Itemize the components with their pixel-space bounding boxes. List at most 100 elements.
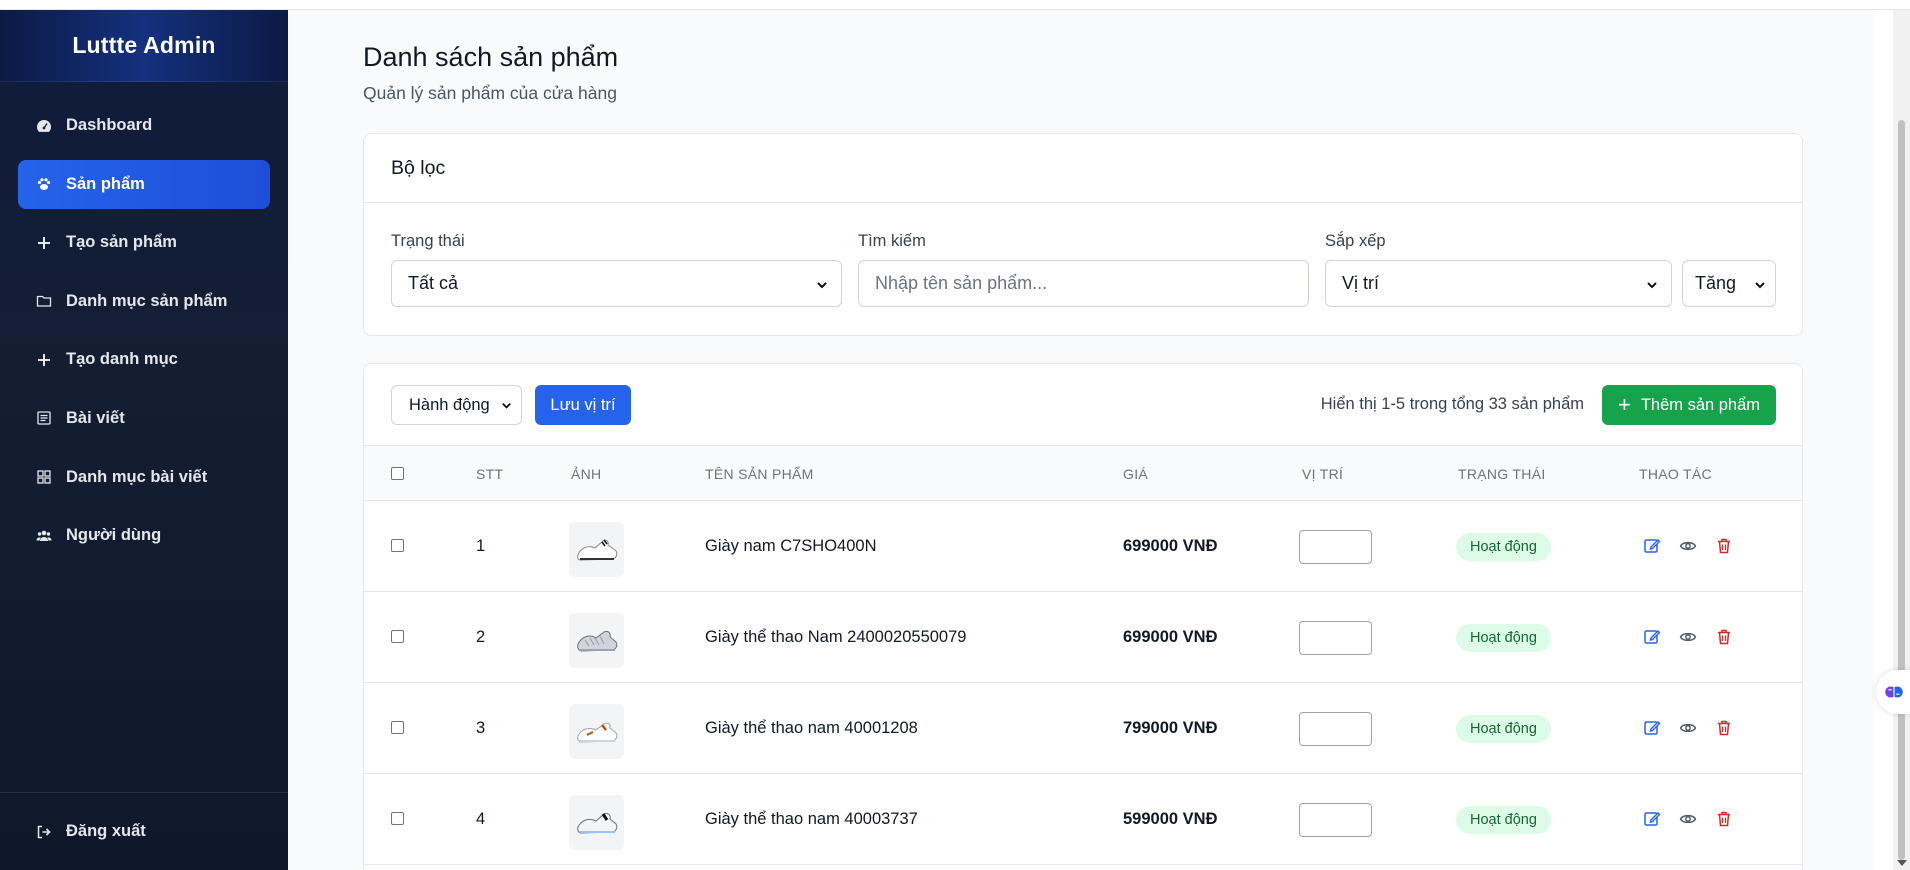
page-scrollbar-thumb[interactable] — [1898, 120, 1905, 860]
row-position-input[interactable] — [1299, 530, 1372, 564]
page-title: Danh sách sản phẩm — [363, 42, 619, 72]
select-all-checkbox[interactable] — [391, 467, 404, 480]
floating-extension-button[interactable] — [1876, 670, 1910, 714]
delete-icon[interactable] — [1715, 628, 1733, 646]
sidebar-item-label: Sản phẩm — [66, 174, 145, 193]
row-checkbox[interactable] — [391, 812, 404, 825]
header-stt: STT — [476, 466, 504, 482]
row-product-name[interactable]: Giày nam C7SHO400N — [705, 537, 877, 556]
sidebar-item-products[interactable]: Sản phẩm — [18, 159, 270, 209]
sidebar-item-articles[interactable]: Bài viết — [18, 394, 270, 443]
row-product-name[interactable]: Giày thể thao Nam 2400020550079 — [705, 628, 966, 647]
view-icon[interactable] — [1679, 628, 1697, 646]
header-price: GIÁ — [1123, 466, 1149, 482]
row-price: 599000 VNĐ — [1123, 810, 1218, 828]
add-product-button[interactable]: + Thêm sản phẩm — [1602, 385, 1776, 425]
filter-card: Bộ lọc Trạng thái Tất cả Tìm kiếm Nhập t… — [363, 133, 1803, 336]
brand-title: Luttte Admin — [72, 32, 216, 58]
sidebar-item-label: Tạo sản phẩm — [66, 233, 177, 252]
edit-icon[interactable] — [1643, 810, 1661, 828]
sidebar-item-create-category[interactable]: Tạo danh mục — [18, 335, 270, 384]
paw-icon — [36, 176, 52, 192]
chevron-down-icon — [500, 398, 513, 411]
bulk-action-select[interactable]: Hành động — [391, 385, 522, 425]
row-position-input[interactable] — [1299, 712, 1372, 746]
sidebar-footer: Đăng xuất — [0, 792, 288, 870]
row-checkbox[interactable] — [391, 539, 404, 552]
sort-order-select[interactable]: Tăng — [1682, 260, 1776, 307]
header-actions: THAO TÁC — [1639, 466, 1712, 482]
products-table-card: Hành động Lưu vị trí Hiển thị 1-5 trong … — [363, 363, 1803, 870]
delete-icon[interactable] — [1715, 810, 1733, 828]
status-badge: Hoạt động — [1456, 624, 1551, 652]
plus-icon: + — [1617, 392, 1631, 417]
status-badge: Hoạt động — [1456, 715, 1551, 743]
table-header: STT ẢNH TÊN SẢN PHẨM GIÁ VỊ TRÍ TRẠNG TH… — [364, 446, 1802, 501]
row-price: 699000 VNĐ — [1123, 628, 1218, 646]
plus-icon — [36, 352, 52, 368]
status-filter-label: Trạng thái — [391, 232, 465, 250]
sort-field-value: Vị trí — [1342, 273, 1380, 293]
sidebar-item-label: Danh mục sản phẩm — [66, 291, 228, 310]
row-stt: 3 — [476, 719, 486, 737]
edit-icon[interactable] — [1643, 628, 1661, 646]
sidebar: Luttte Admin Dashboard Sản phẩm Tạo sản … — [0, 10, 288, 870]
sidebar-item-label: Tạo danh mục — [66, 350, 178, 369]
shoe-image — [576, 539, 617, 561]
table-row: 1 Giày nam C7SHO400N 699000 VNĐ Hoạt độn… — [364, 501, 1802, 592]
row-product-name[interactable]: Giày thể thao nam 40003737 — [705, 810, 918, 829]
row-stt: 1 — [476, 537, 486, 555]
row-stt: 4 — [476, 810, 486, 828]
logout-label: Đăng xuất — [66, 822, 146, 840]
delete-icon[interactable] — [1715, 719, 1733, 737]
newspaper-icon — [36, 410, 52, 426]
sidebar-item-article-categories[interactable]: Danh mục bài viết — [18, 453, 270, 502]
row-price: 799000 VNĐ — [1123, 719, 1218, 737]
row-stt: 2 — [476, 628, 486, 646]
sidebar-nav: Dashboard Sản phẩm Tạo sản phẩm Danh mục… — [0, 82, 288, 560]
view-icon[interactable] — [1679, 810, 1697, 828]
table-row: 3 Giày thể thao nam 40001208 799000 VNĐ … — [364, 683, 1802, 774]
status-badge: Hoạt động — [1456, 806, 1551, 834]
chevron-down-icon — [815, 276, 829, 290]
filter-card-title: Bộ lọc — [364, 134, 1802, 203]
view-icon[interactable] — [1679, 537, 1697, 555]
search-input[interactable]: Nhập tên sản phẩm... — [858, 260, 1309, 307]
brand[interactable]: Luttte Admin — [0, 10, 288, 82]
product-thumbnail — [569, 613, 624, 668]
sidebar-item-label: Danh mục bài viết — [66, 467, 208, 486]
content: Danh sách sản phẩm Quản lý sản phẩm của … — [313, 10, 1850, 870]
view-icon[interactable] — [1679, 719, 1697, 737]
add-product-label: Thêm sản phẩm — [1640, 395, 1761, 414]
sidebar-item-dashboard[interactable]: Dashboard — [18, 101, 270, 150]
plus-icon — [36, 235, 52, 251]
shoe-image — [576, 812, 617, 834]
logout-button[interactable]: Đăng xuất — [18, 807, 270, 856]
row-position-input[interactable] — [1299, 621, 1372, 655]
row-position-input[interactable] — [1299, 803, 1372, 837]
row-checkbox[interactable] — [391, 630, 404, 643]
row-checkbox[interactable] — [391, 721, 404, 734]
delete-icon[interactable] — [1715, 537, 1733, 555]
row-product-name[interactable]: Giày thể thao nam 40001208 — [705, 719, 918, 738]
table-row: 2 Giày thể thao Nam 2400020550079 699000… — [364, 592, 1802, 683]
row-price: 699000 VNĐ — [1123, 537, 1218, 555]
chevron-down-icon — [1753, 276, 1767, 290]
top-border — [0, 0, 1910, 10]
gauge-icon — [36, 118, 52, 134]
brain-icon — [1885, 686, 1903, 698]
bulk-action-value: Hành động — [409, 395, 490, 414]
sidebar-item-label: Dashboard — [66, 116, 153, 134]
sidebar-item-product-categories[interactable]: Danh mục sản phẩm — [18, 277, 270, 326]
edit-icon[interactable] — [1643, 537, 1661, 555]
sort-field-select[interactable]: Vị trí — [1325, 260, 1672, 307]
sort-order-value: Tăng — [1695, 273, 1737, 293]
sidebar-item-create-product[interactable]: Tạo sản phẩm — [18, 218, 270, 267]
status-badge: Hoạt động — [1456, 533, 1551, 561]
status-filter-select[interactable]: Tất cả — [391, 260, 842, 307]
sidebar-item-users[interactable]: Người dùng — [18, 511, 270, 560]
edit-icon[interactable] — [1643, 719, 1661, 737]
scroll-down-arrow-icon[interactable] — [1897, 860, 1907, 866]
save-position-button[interactable]: Lưu vị trí — [535, 385, 631, 425]
sidebar-item-label: Bài viết — [66, 408, 125, 427]
